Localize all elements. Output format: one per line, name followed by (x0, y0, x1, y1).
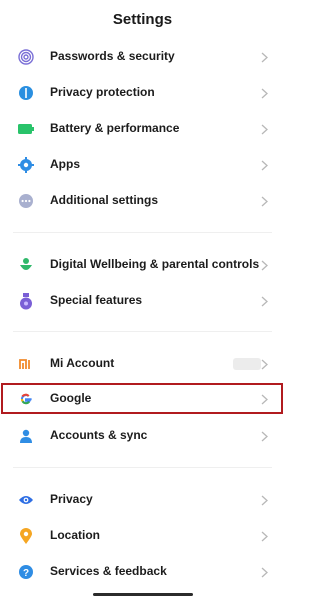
location-pin-icon (17, 527, 35, 545)
svg-text:?: ? (23, 568, 29, 579)
settings-item-battery-performance[interactable]: Battery & performance (0, 111, 285, 147)
chevron-right-icon (258, 257, 270, 273)
page-title: Settings (112, 11, 173, 28)
settings-item-label: Privacy protection (50, 85, 155, 99)
special-features-icon (17, 292, 35, 310)
settings-item-privacy-protection[interactable]: Privacy protection (0, 75, 285, 111)
settings-item-label: Location (50, 528, 100, 542)
wellbeing-icon (17, 256, 35, 274)
settings-item-label: Battery & performance (50, 121, 180, 135)
settings-item-services-feedback[interactable]: ? Services & feedback (0, 554, 285, 590)
settings-item-label: Apps (50, 157, 80, 171)
chevron-right-icon (258, 528, 270, 544)
eye-icon (17, 491, 35, 509)
settings-item-label: Mi Account (50, 356, 115, 370)
privacy-shield-icon (17, 84, 35, 102)
chevron-right-icon (258, 85, 270, 101)
settings-item-label: Privacy (50, 492, 93, 506)
settings-item-label: Digital Wellbeing & parental controls (50, 257, 260, 271)
chevron-right-icon (258, 49, 270, 65)
settings-item-location[interactable]: Location (0, 518, 285, 554)
settings-item-additional-settings[interactable]: Additional settings (0, 183, 285, 219)
settings-item-passwords-security[interactable]: Passwords & security (0, 39, 285, 75)
settings-item-special-features[interactable]: Special features (0, 283, 285, 319)
gear-icon (17, 156, 35, 174)
chevron-right-icon (258, 356, 270, 372)
chevron-right-icon (258, 428, 270, 444)
chevron-right-icon (258, 121, 270, 137)
settings-item-digital-wellbeing[interactable]: Digital Wellbeing & parental controls (0, 247, 285, 283)
person-icon (17, 427, 35, 445)
settings-item-privacy[interactable]: Privacy (0, 482, 285, 518)
battery-icon (17, 120, 35, 138)
fingerprint-icon (17, 48, 35, 66)
settings-item-label: Special features (50, 293, 143, 307)
more-dots-icon (17, 192, 35, 210)
group-divider (13, 331, 272, 332)
account-id-redacted (233, 358, 261, 370)
settings-item-mi-account[interactable]: Mi Account (0, 346, 285, 382)
google-highlight-box (1, 383, 283, 414)
home-indicator[interactable] (93, 593, 193, 596)
chevron-right-icon (258, 157, 270, 173)
chevron-right-icon (258, 293, 270, 309)
settings-item-label: Passwords & security (50, 49, 175, 63)
help-icon: ? (17, 563, 35, 581)
settings-item-label: Services & feedback (50, 564, 167, 578)
group-divider (13, 232, 272, 233)
mi-logo-icon (17, 355, 35, 373)
settings-item-apps[interactable]: Apps (0, 147, 285, 183)
settings-item-accounts-sync[interactable]: Accounts & sync (0, 418, 285, 454)
chevron-right-icon (258, 564, 270, 580)
settings-item-label: Additional settings (50, 193, 158, 207)
chevron-right-icon (258, 492, 270, 508)
group-divider (13, 467, 272, 468)
chevron-right-icon (258, 193, 270, 209)
settings-item-label: Accounts & sync (50, 428, 148, 442)
